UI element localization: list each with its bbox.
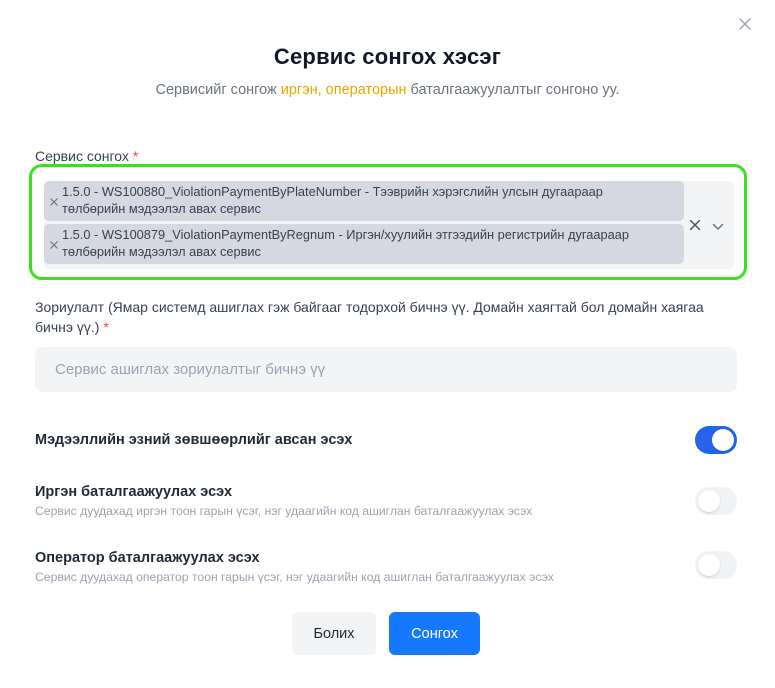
service-select-label-text: Сервис сонгох [35,148,129,164]
subtitle-highlight: иргэн, операторын [280,82,407,98]
service-multiselect-box[interactable]: 1.5.0 - WS100880_ViolationPaymentByPlate… [44,181,734,269]
toggle-knob [712,429,734,451]
purpose-label-text: Зориулалт (Ямар системд ашиглах гэж байг… [35,299,704,335]
operator-verify-label: Оператор баталгаажуулах эсэх [35,550,260,566]
chevron-down-icon[interactable] [712,219,724,230]
tag-line-1: 1.5.0 - WS100880_ViolationPaymentByPlate… [62,184,603,199]
clear-icon[interactable] [689,218,701,231]
required-mark: * [132,148,139,164]
citizen-verify-label: Иргэн баталгаажуулах эсэх [35,484,233,500]
close-icon[interactable] [737,16,753,32]
modal-title: Сервис сонгох хэсэг [273,44,502,69]
tag-remove-icon[interactable] [49,194,59,206]
submit-button[interactable]: Сонгох [389,612,480,655]
service-select-label: Сервис сонгох * [35,146,138,166]
citizen-verify-toggle[interactable] [695,487,737,515]
tag-remove-icon[interactable] [49,237,59,249]
tag-line-1: 1.5.0 - WS100879_ViolationPaymentByRegnu… [62,227,629,242]
subtitle-text-start: Сервисийг сонгож [155,82,281,98]
service-select-modal: Сервис сонгох хэсэг Сервисийг сонгож ирг… [0,0,775,688]
toggle-knob [698,490,720,512]
subtitle-text-end: баталгаажуулалтыг сонгоно уу. [406,82,620,98]
tag-line-2: төлбөрийн мэдээлэл авах сервис [62,244,261,259]
selected-service-tag: 1.5.0 - WS100880_ViolationPaymentByPlate… [44,181,684,221]
citizen-verify-description: Сервис дуудахад иргэн тоон гарын үсэг, н… [35,504,533,518]
tag-line-2: төлбөрийн мэдээлэл авах сервис [62,201,261,216]
cancel-button[interactable]: Болих [292,612,376,655]
purpose-label: Зориулалт (Ямар системд ашиглах гэж байг… [35,297,745,337]
operator-verify-description: Сервис дуудахад оператор тоон гарын үсэг… [35,570,554,584]
selected-service-tag: 1.5.0 - WS100879_ViolationPaymentByRegnu… [44,224,684,264]
service-multiselect[interactable]: 1.5.0 - WS100880_ViolationPaymentByPlate… [29,164,747,280]
owner-consent-label: Мэдээллийн эзний зөвшөөрлийг авсан эсэх [35,432,353,448]
modal-subtitle: Сервисийг сонгож иргэн, операторын батал… [0,82,775,98]
purpose-input[interactable] [35,347,737,392]
required-mark: * [103,319,109,335]
toggle-knob [698,554,720,576]
operator-verify-toggle[interactable] [695,551,737,579]
owner-consent-toggle[interactable] [695,426,737,454]
